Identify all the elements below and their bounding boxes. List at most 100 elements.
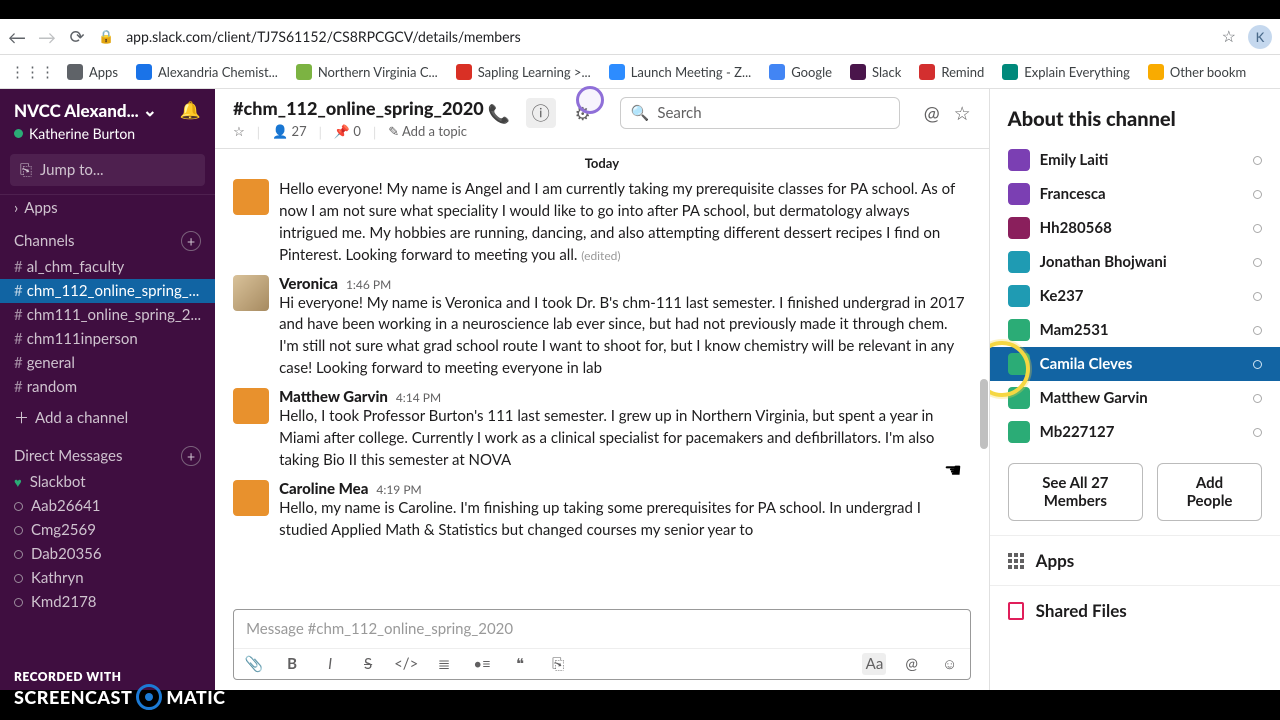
apps-drawer[interactable]: ›Apps [0, 194, 215, 221]
bullet-list-icon[interactable]: •≡ [470, 655, 494, 673]
message-item: Matthew Garvin4:14 PMHello, I took Profe… [215, 384, 989, 476]
scrollbar[interactable] [980, 379, 988, 449]
dm-item[interactable]: ♥Slackbot [0, 470, 215, 494]
add-channel-button[interactable]: ＋Add a channel [0, 399, 215, 436]
mention-icon[interactable]: @ [900, 655, 924, 673]
member-avatar [1008, 217, 1030, 239]
dm-item[interactable]: Kathryn [0, 566, 215, 590]
see-all-members-button[interactable]: See All 27 Members [1008, 463, 1143, 521]
member-avatar [1008, 319, 1030, 341]
current-user[interactable]: Katherine Burton [0, 125, 215, 152]
apps-grid-icon[interactable]: ⋮⋮⋮ [10, 63, 55, 81]
member-item[interactable]: Ke237 [990, 279, 1280, 313]
avatar[interactable] [233, 480, 269, 516]
dm-item[interactable]: Kmd2178 [0, 590, 215, 614]
bookmark-item[interactable]: Alexandria Chemist... [136, 64, 278, 80]
bold-icon[interactable]: B [280, 655, 304, 673]
dm-item[interactable]: Dab20356 [0, 542, 215, 566]
notifications-bell-icon[interactable]: 🔔 [180, 99, 201, 121]
apps-section[interactable]: Apps [990, 535, 1280, 585]
channel-item[interactable]: #al_chm_faculty [0, 255, 215, 279]
avatar[interactable] [233, 275, 269, 311]
dm-item[interactable]: Aab26641 [0, 494, 215, 518]
member-name: Jonathan Bhojwani [1040, 253, 1167, 271]
presence-away-icon [14, 502, 23, 511]
channels-section-header[interactable]: Channels+ [0, 221, 215, 255]
attach-icon[interactable]: 📎 [242, 655, 266, 673]
add-dm-icon[interactable]: + [181, 446, 201, 466]
bookmark-item[interactable]: Sapling Learning >... [456, 64, 591, 80]
pin-count[interactable]: 📌 0 [334, 123, 361, 140]
starred-icon[interactable]: ☆ [954, 102, 971, 125]
channel-item[interactable]: #chm111_online_spring_2... [0, 303, 215, 327]
bookmark-item[interactable]: Remind [919, 64, 984, 80]
star-channel-icon[interactable]: ☆ [233, 123, 245, 140]
add-topic-link[interactable]: ✎ Add a topic [388, 123, 467, 140]
channel-item[interactable]: #chm_112_online_spring_... [0, 279, 215, 303]
mentions-icon[interactable]: @ [924, 102, 940, 125]
shared-files-section[interactable]: Shared Files [990, 585, 1280, 635]
call-icon[interactable]: 📞 [484, 98, 514, 128]
forward-button[interactable]: → [38, 28, 56, 46]
bookmark-item[interactable]: Explain Everything [1002, 64, 1130, 80]
avatar[interactable] [233, 388, 269, 424]
member-item[interactable]: Camila Cleves [990, 347, 1280, 381]
message-item: Veronica1:46 PMHi everyone! My name is V… [215, 271, 989, 385]
message-author[interactable]: Matthew Garvin [279, 388, 388, 406]
member-item[interactable]: Hh280568 [990, 211, 1280, 245]
member-item[interactable]: Mam2531 [990, 313, 1280, 347]
composer-input[interactable]: Message #chm_112_online_spring_2020 [234, 610, 970, 648]
dm-item[interactable]: Cmg2569 [0, 518, 215, 542]
member-name: Mb227127 [1040, 423, 1115, 441]
jump-to-input[interactable]: ⎘Jump to... [10, 154, 205, 186]
message-timestamp: 1:46 PM [346, 277, 391, 292]
info-icon[interactable]: ⓘ [526, 98, 556, 128]
address-bar[interactable]: app.slack.com/client/TJ7S61152/CS8RPCGCV… [126, 28, 1209, 45]
quote-icon[interactable]: ❝ [508, 655, 532, 673]
channel-item[interactable]: #chm111inperson [0, 327, 215, 351]
date-divider: Today [215, 153, 989, 175]
channel-title[interactable]: #chm_112_online_spring_2020 [233, 97, 484, 119]
bookmark-item[interactable]: Slack [850, 64, 901, 80]
gear-icon[interactable]: ⚙ [568, 98, 598, 128]
presence-icon [1253, 326, 1262, 335]
bookmark-item[interactable]: Apps [67, 64, 118, 80]
strike-icon[interactable]: S [356, 655, 380, 673]
message-author[interactable]: Veronica [279, 275, 338, 293]
member-name: Camila Cleves [1040, 355, 1133, 373]
workspace-name[interactable]: NVCC Alexand... ⌄ [14, 99, 157, 121]
member-item[interactable]: Francesca [990, 177, 1280, 211]
dm-section-header[interactable]: Direct Messages+ [0, 436, 215, 470]
member-item[interactable]: Mb227127 [990, 415, 1280, 449]
add-channel-icon[interactable]: + [181, 231, 201, 251]
ordered-list-icon[interactable]: ≣ [432, 655, 456, 673]
code-icon[interactable]: </> [394, 655, 418, 673]
emoji-icon[interactable]: ☺ [938, 655, 962, 673]
member-count[interactable]: 👤 27 [272, 123, 307, 140]
avatar[interactable] [233, 179, 269, 215]
channel-item[interactable]: #random [0, 375, 215, 399]
italic-icon[interactable]: I [318, 655, 342, 673]
message-author[interactable]: Caroline Mea [279, 480, 368, 498]
bookmark-item[interactable]: Launch Meeting - Z... [609, 64, 752, 80]
search-input[interactable]: 🔍Search [620, 97, 900, 129]
add-people-button[interactable]: Add People [1157, 463, 1262, 521]
member-item[interactable]: Matthew Garvin [990, 381, 1280, 415]
apps-grid-icon [1008, 553, 1024, 569]
back-button[interactable]: ← [8, 28, 26, 46]
codeblock-icon[interactable]: ⎘ [546, 655, 570, 673]
channel-item[interactable]: #general [0, 351, 215, 375]
presence-icon [1253, 156, 1262, 165]
watermark-ring-icon [136, 684, 162, 710]
presence-icon [1253, 292, 1262, 301]
member-item[interactable]: Jonathan Bhojwani [990, 245, 1280, 279]
member-item[interactable]: Emily Laiti [990, 143, 1280, 177]
bookmark-item[interactable]: Northern Virginia C... [296, 64, 438, 80]
reload-button[interactable]: ⟳ [68, 28, 86, 46]
bookmark-item[interactable]: Google [769, 64, 832, 80]
format-toggle-icon[interactable]: Aa [862, 653, 886, 675]
bookmark-star-icon[interactable]: ☆ [1222, 27, 1236, 46]
workspace-sidebar: NVCC Alexand... ⌄ 🔔 Katherine Burton ⎘Ju… [0, 89, 215, 690]
browser-profile-avatar[interactable]: K [1248, 25, 1272, 49]
bookmark-item[interactable]: Other bookm [1148, 64, 1246, 80]
